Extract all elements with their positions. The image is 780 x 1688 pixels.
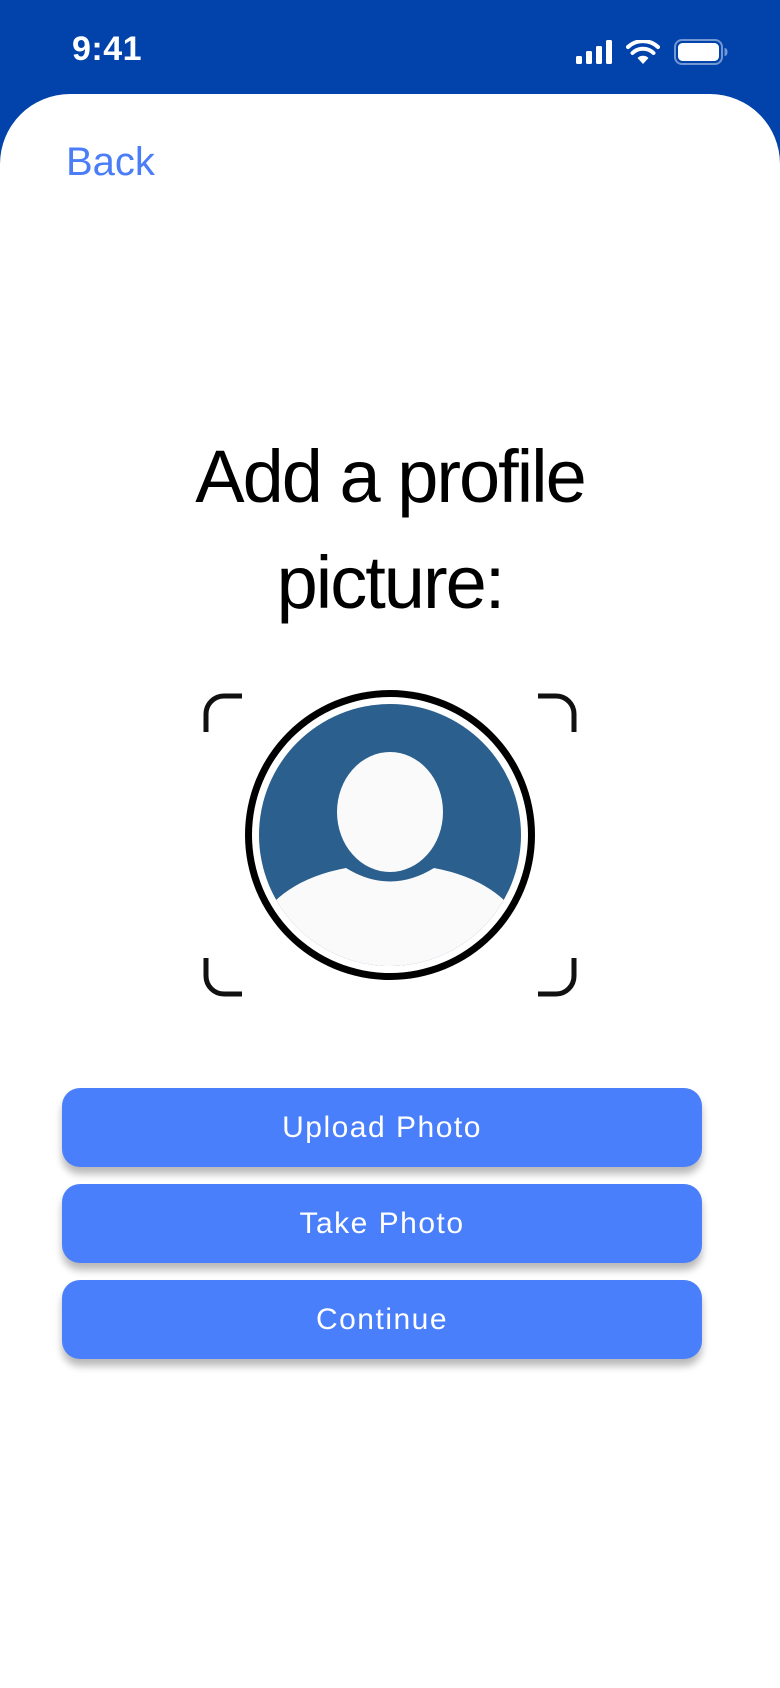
battery-icon — [674, 39, 728, 65]
wifi-icon — [626, 40, 660, 64]
profile-avatar-icon — [245, 690, 535, 980]
status-icons — [576, 36, 728, 68]
cellular-signal-icon — [576, 40, 612, 64]
status-time: 9:41 — [72, 30, 143, 68]
action-buttons: Upload Photo Take Photo Continue — [62, 1088, 702, 1376]
page-title: Add a profile picture: — [195, 435, 587, 624]
profile-picture-preview[interactable] — [200, 690, 580, 1000]
status-bar: 9:41 — [0, 0, 780, 96]
take-photo-button[interactable]: Take Photo — [62, 1184, 702, 1263]
back-button[interactable]: Back — [66, 140, 155, 185]
upload-photo-button[interactable]: Upload Photo — [62, 1088, 702, 1167]
content-sheet: Back Add a profile picture: Upload Photo… — [0, 94, 780, 1688]
continue-button[interactable]: Continue — [62, 1280, 702, 1359]
